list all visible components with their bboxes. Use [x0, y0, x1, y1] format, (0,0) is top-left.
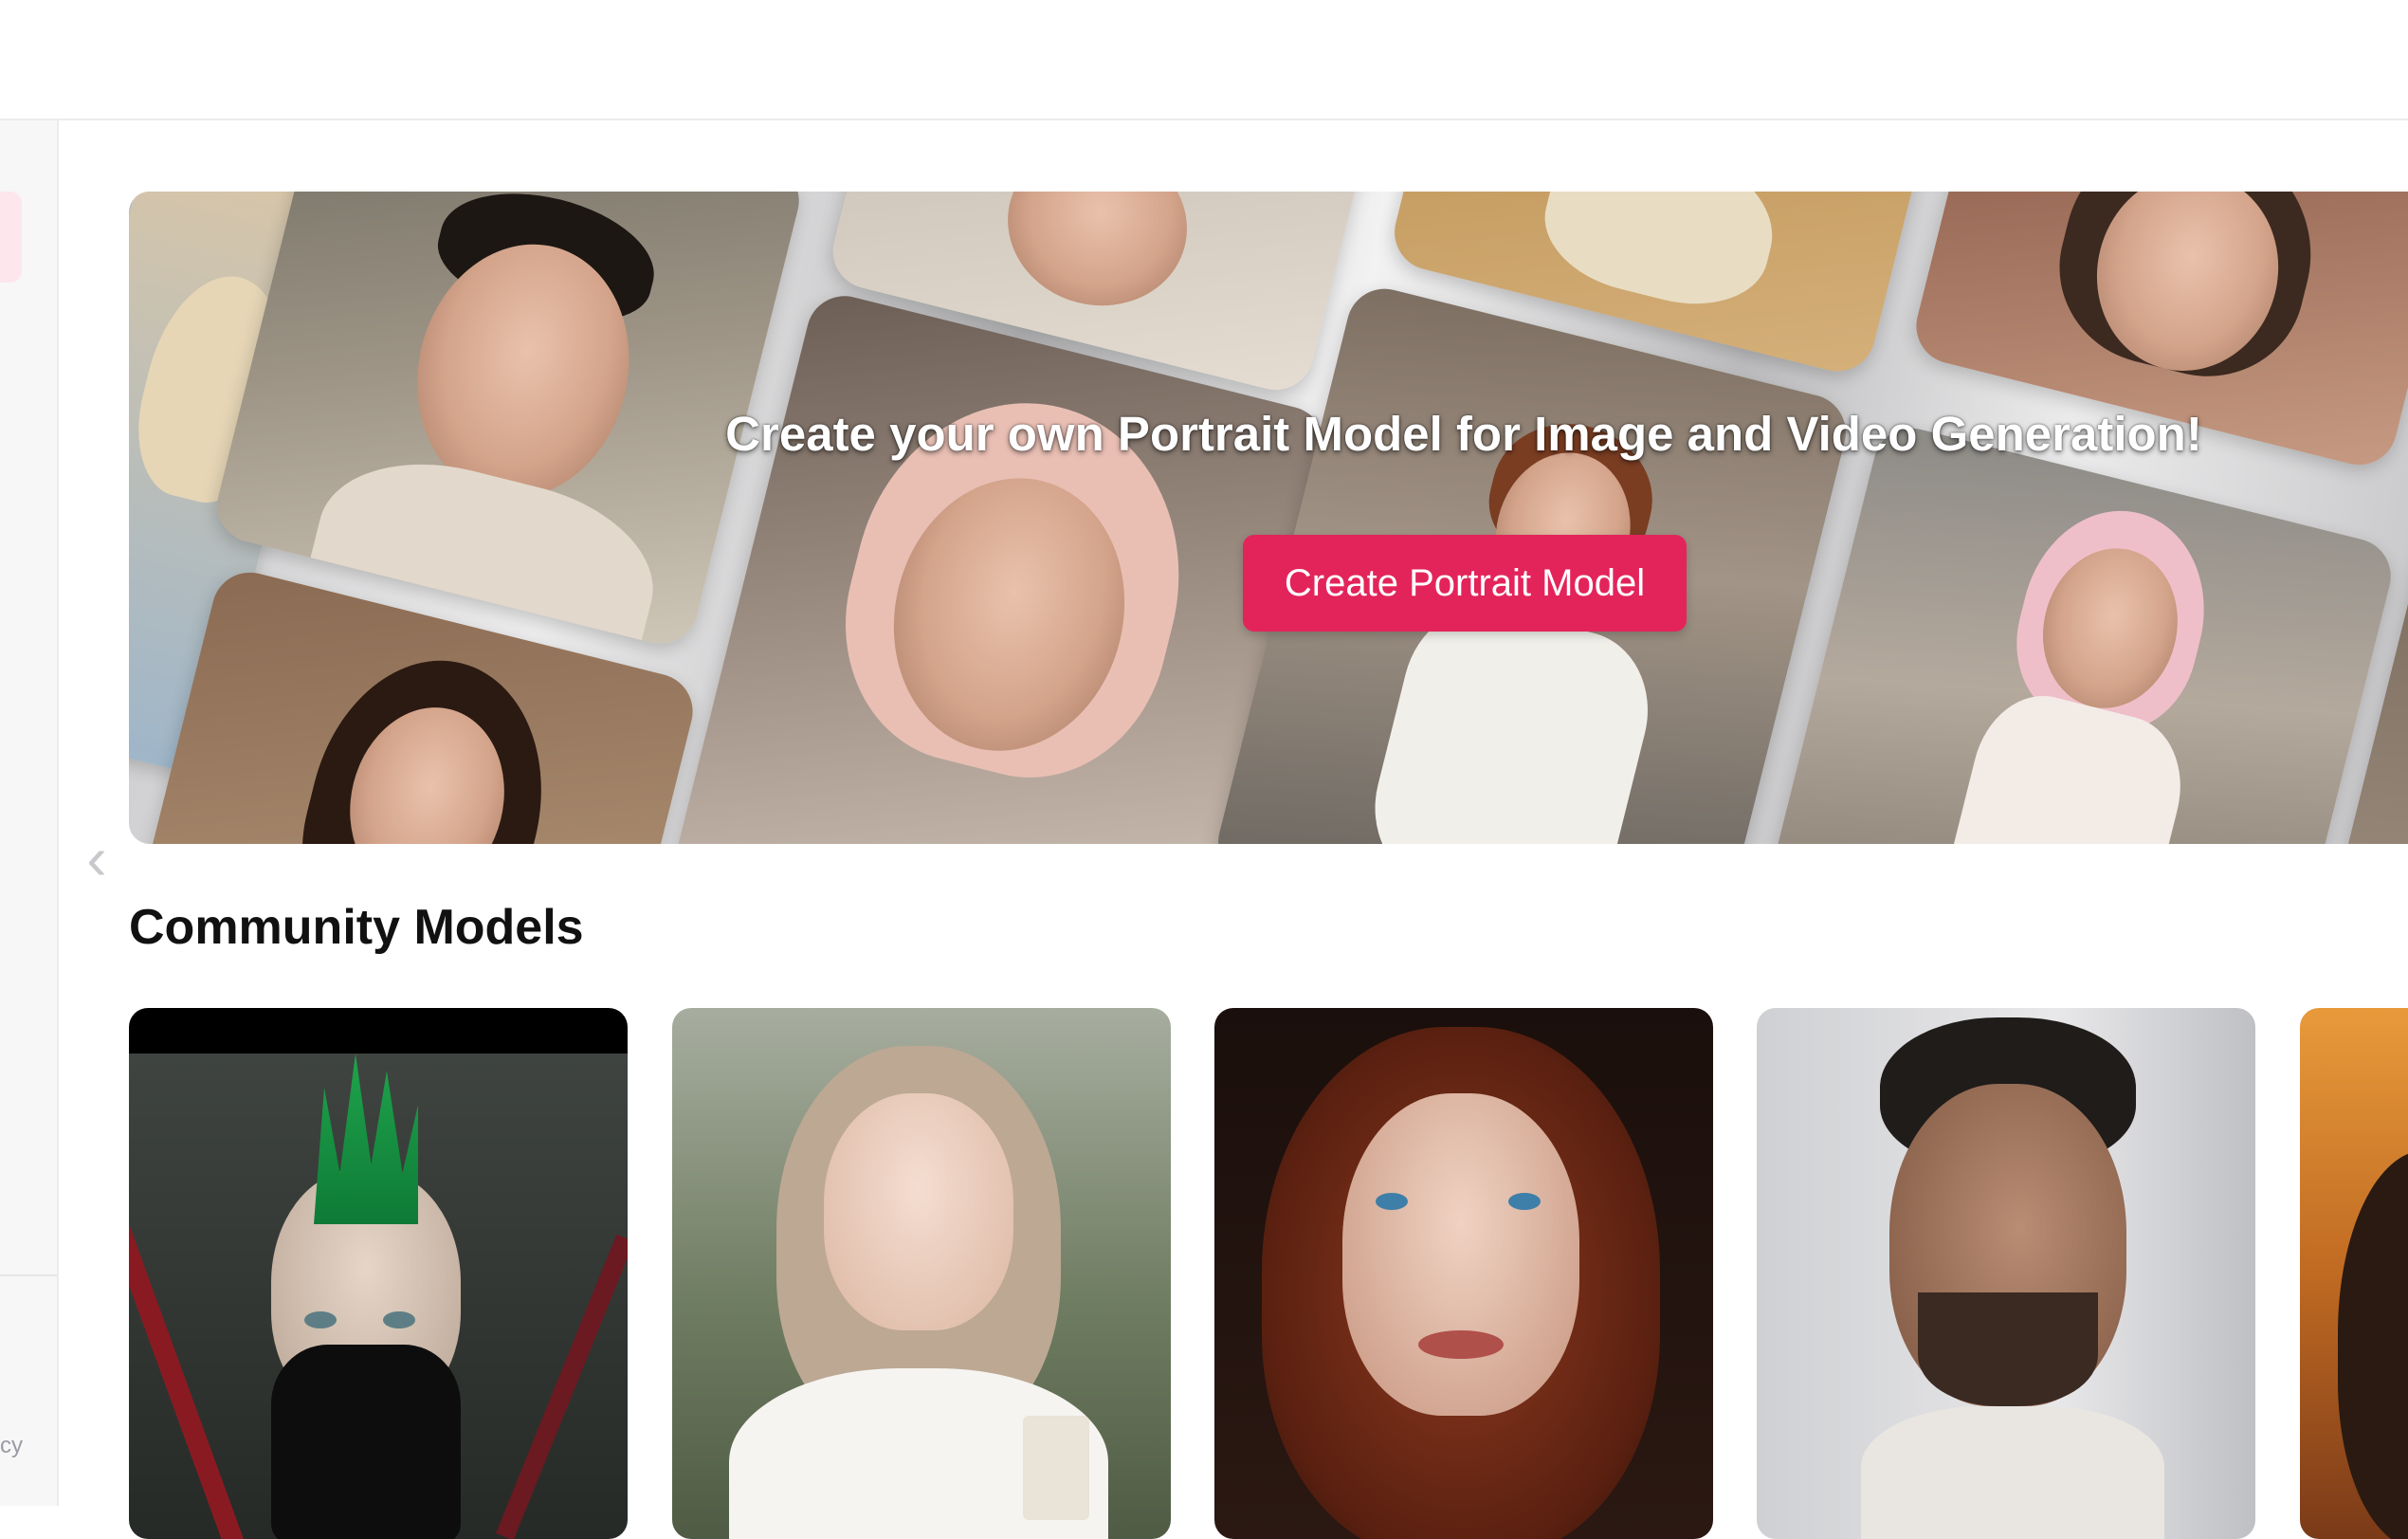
top-bar [0, 0, 2408, 120]
chevron-left-icon[interactable]: ‹ [76, 824, 118, 892]
hero-banner: Create your own Portrait Model for Image… [129, 192, 2408, 844]
hero-title: Create your own Portrait Model for Image… [725, 407, 2202, 461]
create-portrait-model-button[interactable]: Create Portrait Model [1243, 535, 1687, 632]
community-model-card[interactable] [672, 1008, 1171, 1539]
sidebar-active-item[interactable] [0, 192, 22, 283]
sidebar: cy [0, 120, 59, 1506]
community-models-heading: Community Models [129, 900, 584, 955]
community-model-card[interactable] [1214, 1008, 1713, 1539]
community-model-card[interactable] [2300, 1008, 2408, 1539]
sidebar-footer-link[interactable]: cy [0, 1433, 23, 1459]
sidebar-divider [0, 1274, 57, 1276]
hero-photo-tile [1745, 420, 2399, 844]
community-model-card[interactable] [1757, 1008, 2255, 1539]
community-model-card[interactable] [129, 1008, 628, 1539]
